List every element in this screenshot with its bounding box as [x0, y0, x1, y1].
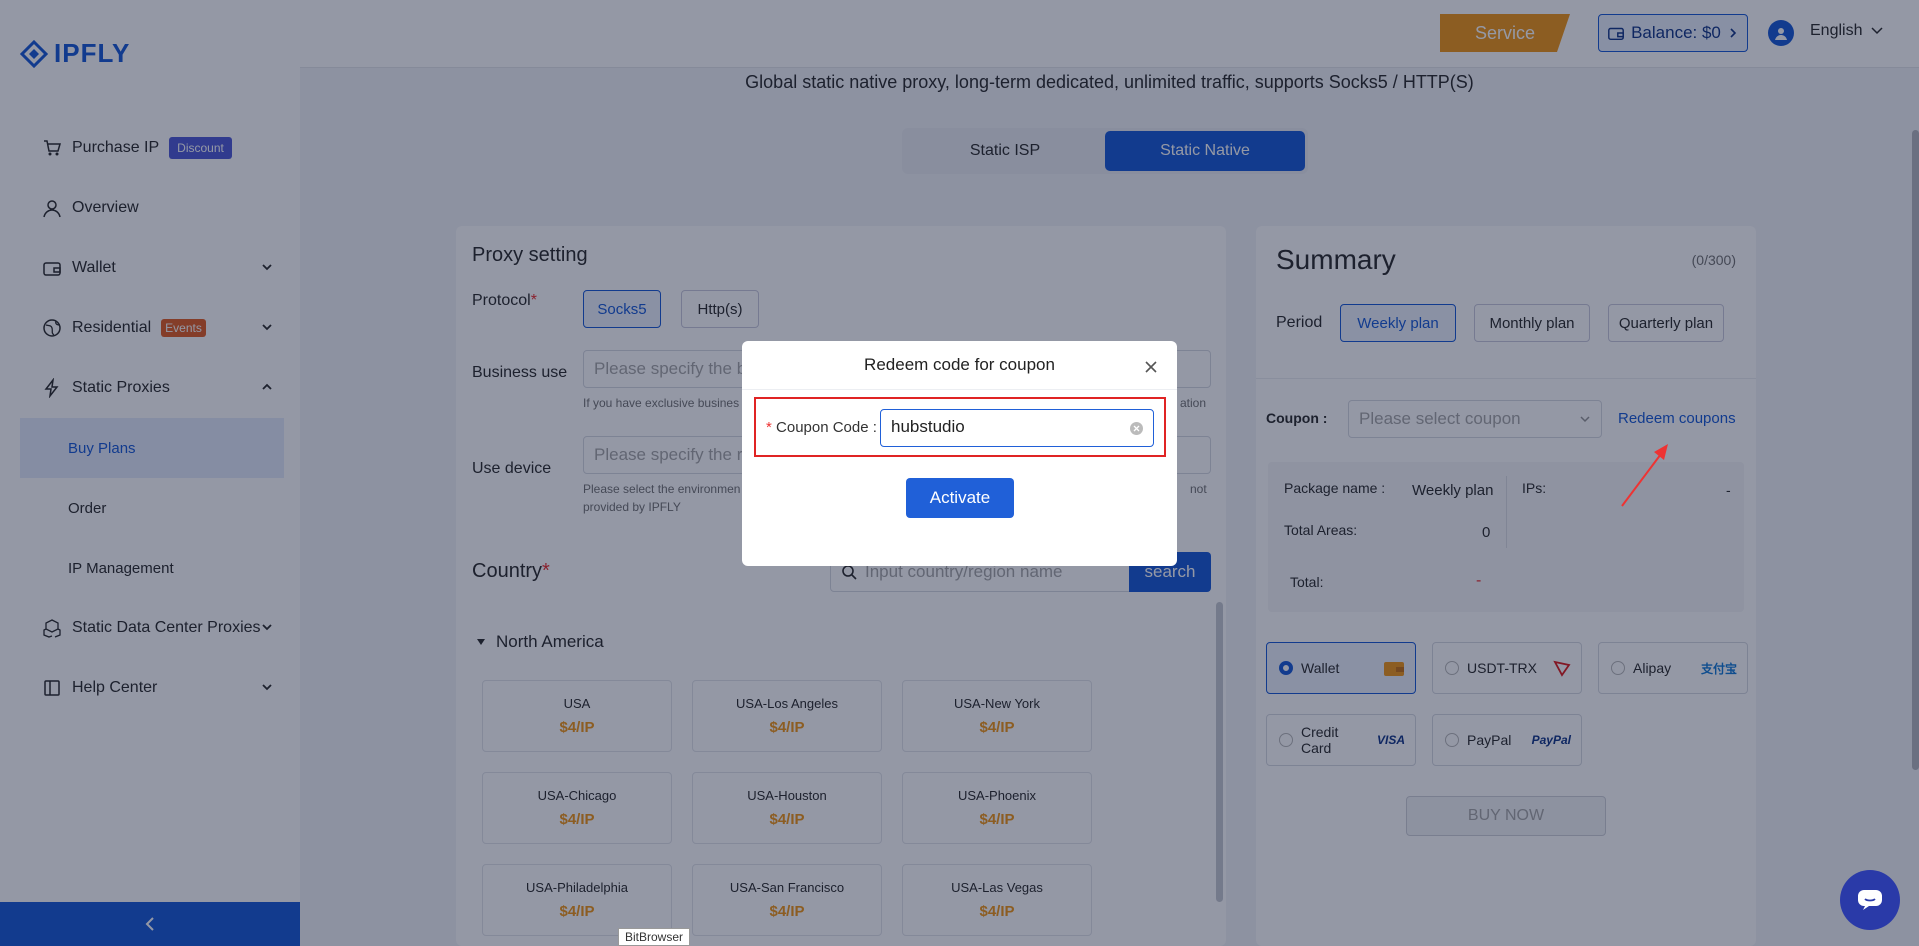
coupon-code-label-text: Coupon Code : [776, 418, 877, 436]
clear-icon[interactable] [1130, 422, 1143, 435]
chat-icon [1858, 890, 1882, 910]
chat-support-button[interactable] [1840, 870, 1900, 930]
required-mark: * [766, 418, 777, 436]
coupon-code-label: * Coupon Code : [766, 419, 877, 436]
red-arrow-annotation [1621, 444, 1668, 507]
browser-tooltip: BitBrowser [618, 928, 691, 946]
coupon-code-input[interactable]: hubstudio [880, 409, 1154, 447]
coupon-code-row: * Coupon Code : hubstudio [754, 397, 1166, 457]
divider [742, 389, 1177, 390]
modal-title: Redeem code for coupon [864, 355, 1055, 374]
redeem-coupon-modal: Redeem code for coupon * Coupon Code : h… [742, 341, 1177, 566]
close-icon[interactable] [1143, 359, 1159, 375]
activate-button[interactable]: Activate [906, 478, 1014, 518]
coupon-code-value: hubstudio [891, 417, 965, 436]
